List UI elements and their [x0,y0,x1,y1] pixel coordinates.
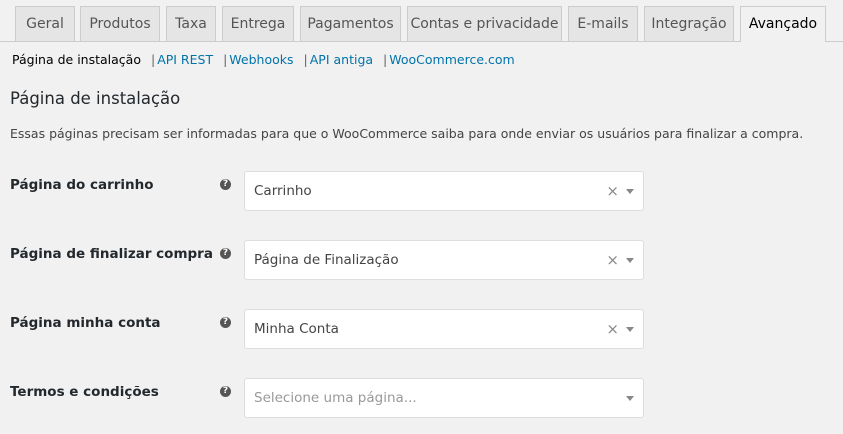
help-icon[interactable]: ? [220,317,231,328]
chevron-down-icon [626,189,634,194]
subnav-separator: | [150,52,156,67]
checkout-page-select[interactable]: Página de Finalização × [244,240,644,280]
chevron-down-icon [626,396,634,401]
cart-page-select[interactable]: Carrinho × [244,171,644,211]
subnav-link-webhooks[interactable]: Webhooks [229,52,293,67]
chevron-down-icon [626,258,634,263]
tab-pagamentos[interactable]: Pagamentos [300,6,401,41]
my-account-page-select[interactable]: Minha Conta × [244,309,644,349]
cart-page-value: Carrinho [254,183,312,199]
clear-icon[interactable]: × [606,182,619,200]
clear-icon[interactable]: × [606,251,619,269]
section-description: Essas páginas precisam ser informadas pa… [10,126,804,141]
terms-page-label: Termos e condições [10,384,159,400]
help-icon[interactable]: ? [220,179,231,190]
checkout-page-value: Página de Finalização [254,252,399,268]
tab-geral[interactable]: Geral [15,6,75,41]
subsection-nav: Página de instalação | API REST | Webhooks… [12,52,515,67]
subnav-current: Página de instalação [12,52,141,67]
tab-produtos[interactable]: Produtos [80,6,160,41]
my-account-page-label: Página minha conta [10,315,161,331]
settings-tabs: Geral Produtos Taxa Entrega Pagamentos C… [0,0,843,42]
tab-entrega[interactable]: Entrega [222,6,294,41]
help-icon[interactable]: ? [220,386,231,397]
tab-emails[interactable]: E-mails [568,6,638,41]
cart-page-label: Página do carrinho [10,177,154,193]
subnav-link-api-antiga[interactable]: API antiga [310,52,373,67]
section-title: Página de instalação [10,89,181,108]
subnav-separator: | [223,52,228,67]
my-account-page-value: Minha Conta [254,321,339,337]
tab-taxa[interactable]: Taxa [166,6,216,41]
tab-integracao[interactable]: Integração [644,6,734,41]
subnav-separator: | [383,52,388,67]
terms-page-select[interactable]: Selecione uma página... [244,378,644,418]
terms-page-placeholder: Selecione uma página... [254,390,417,406]
subnav-separator: | [303,52,308,67]
chevron-down-icon [626,327,634,332]
clear-icon[interactable]: × [606,320,619,338]
subnav-link-api-rest[interactable]: API REST [157,52,213,67]
tab-contas-e-privacidade[interactable]: Contas e privacidade [407,6,562,41]
subnav-link-woocommerce[interactable]: WooCommerce.com [389,52,514,67]
checkout-page-label: Página de finalizar compra [10,246,213,262]
tab-avancado[interactable]: Avançado [740,6,826,42]
help-icon[interactable]: ? [220,248,231,259]
